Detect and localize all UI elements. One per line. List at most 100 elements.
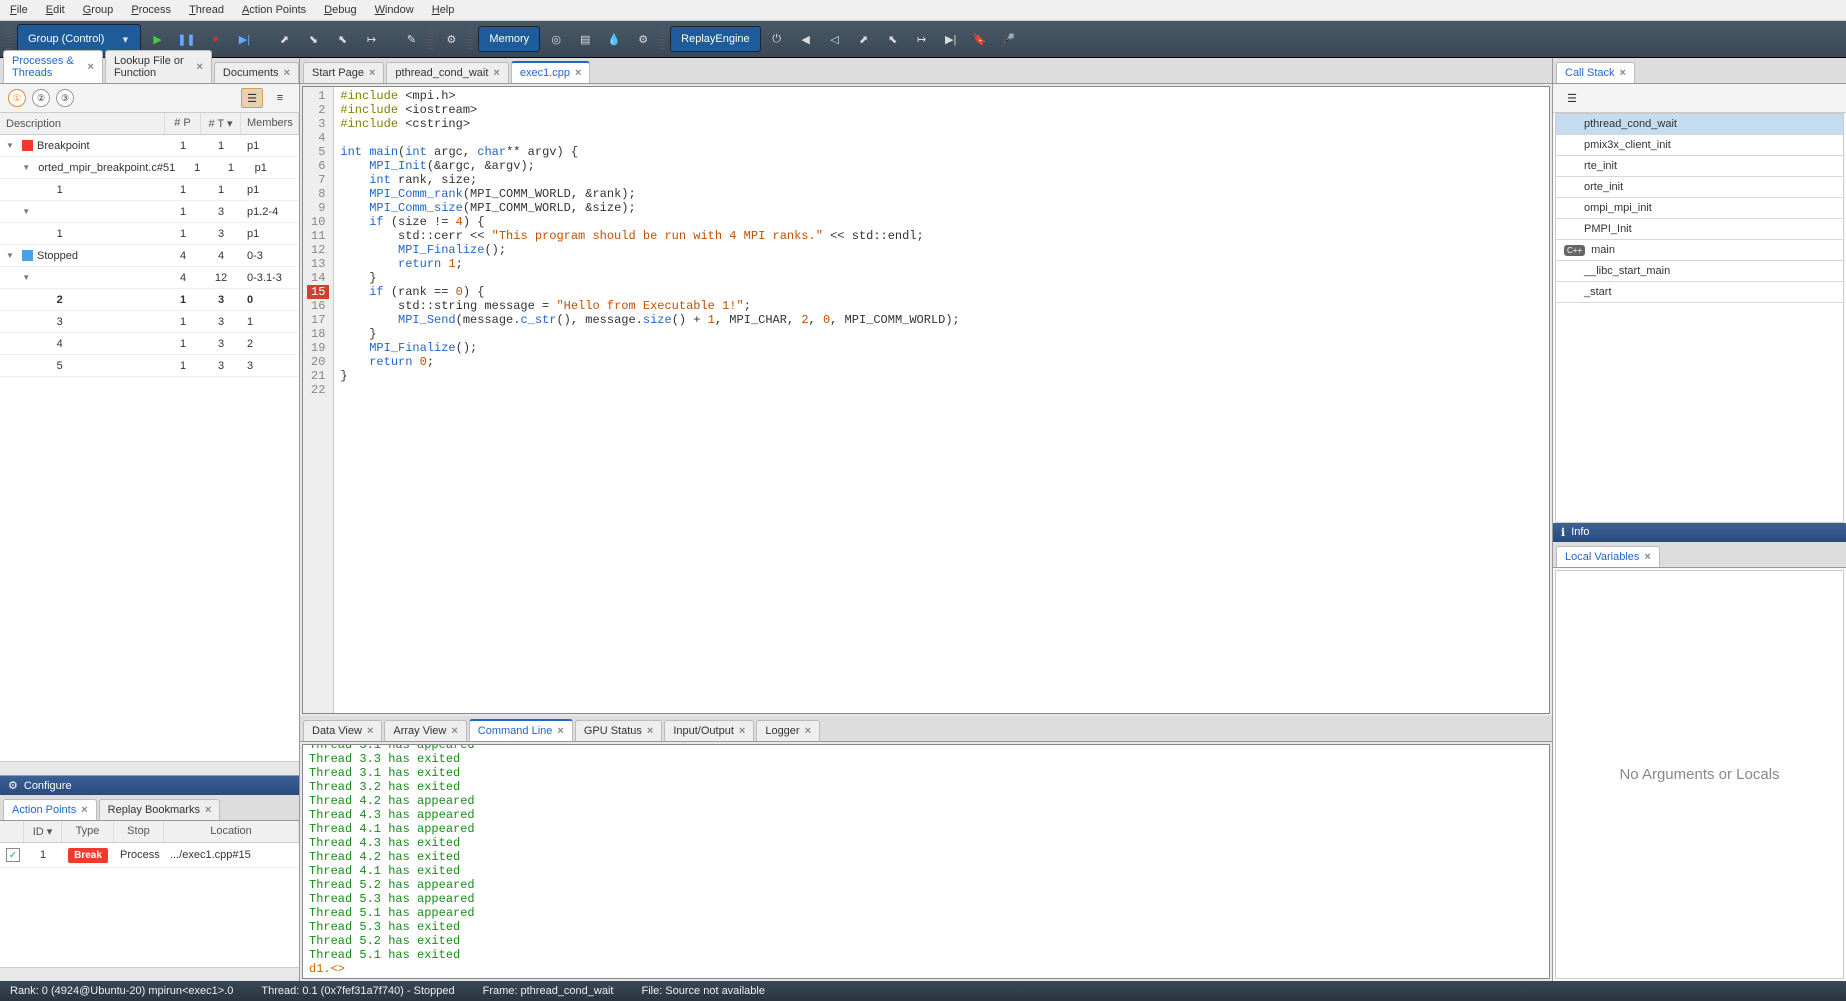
expand-icon[interactable]: ▼ — [6, 141, 18, 150]
menu-action-points[interactable]: Action Points — [242, 4, 306, 16]
menu-debug[interactable]: Debug — [324, 4, 356, 16]
memory-widget[interactable]: Memory — [478, 26, 540, 52]
step-into-icon[interactable]: ⬈ — [271, 27, 297, 51]
close-icon[interactable]: × — [205, 804, 211, 816]
sort-icon[interactable]: ▾ — [227, 118, 233, 130]
menu-edit[interactable]: Edit — [46, 4, 65, 16]
expand-icon[interactable]: ▼ — [22, 163, 34, 172]
power-icon[interactable]: ⏻ — [764, 27, 790, 51]
stack-frame[interactable]: xx_start — [1556, 282, 1843, 303]
close-icon[interactable]: × — [557, 725, 563, 737]
close-icon[interactable]: × — [81, 804, 87, 816]
close-icon[interactable]: × — [284, 67, 290, 79]
tab-array-view[interactable]: Array View× — [384, 720, 466, 741]
grip[interactable] — [427, 27, 433, 51]
rewind-icon[interactable]: ◀ — [793, 27, 819, 51]
tab-local-variables[interactable]: Local Variables× — [1556, 546, 1660, 567]
checkbox[interactable] — [6, 848, 20, 862]
pt-row[interactable]: 2130 — [0, 289, 299, 311]
grip[interactable] — [467, 27, 473, 51]
view-3-icon[interactable]: ③ — [56, 89, 74, 107]
pause-icon[interactable]: ❚❚ — [173, 27, 199, 51]
stack-frame[interactable]: xxPMPI_Init — [1556, 219, 1843, 240]
pt-row[interactable]: 5133 — [0, 355, 299, 377]
stack-frame[interactable]: xxompi_mpi_init — [1556, 198, 1843, 219]
expand-icon[interactable]: ▼ — [22, 273, 34, 282]
pt-row[interactable]: ▼ Stopped440-3 — [0, 245, 299, 267]
filter-icon[interactable]: ☰ — [1561, 88, 1583, 108]
play-icon[interactable]: ▶ — [144, 27, 170, 51]
tab-documents[interactable]: Documents× — [214, 62, 299, 83]
tab-exec1-cpp[interactable]: exec1.cpp× — [511, 61, 591, 83]
replay-out-icon[interactable]: ⬈ — [851, 27, 877, 51]
stack-frame[interactable]: xxpmix3x_client_init — [1556, 135, 1843, 156]
pt-row[interactable]: ▼13p1.2-4 — [0, 201, 299, 223]
tab-gpu-status[interactable]: GPU Status× — [575, 720, 663, 741]
tab-pthread-cond-wait[interactable]: pthread_cond_wait× — [386, 62, 508, 83]
configure-bar[interactable]: ⚙ Configure — [0, 775, 299, 795]
tab-logger[interactable]: Logger× — [756, 720, 820, 741]
close-icon[interactable]: × — [575, 67, 581, 79]
close-icon[interactable]: × — [1620, 67, 1626, 79]
view-1-icon[interactable]: ① — [8, 89, 26, 107]
stack-frame[interactable]: C++main — [1556, 240, 1843, 261]
tab-command-line[interactable]: Command Line× — [469, 719, 573, 741]
pt-row[interactable]: 4132 — [0, 333, 299, 355]
target-icon[interactable]: ◎ — [543, 27, 569, 51]
layers-icon[interactable]: ▤ — [572, 27, 598, 51]
code-editor[interactable]: 12345678910111213141516171819202122 #inc… — [302, 86, 1550, 714]
mic-icon[interactable]: 🎤 — [996, 27, 1022, 51]
settings-icon[interactable]: ⚙ — [438, 27, 464, 51]
view-2-icon[interactable]: ② — [32, 89, 50, 107]
group-dropdown-icon[interactable]: ▾ — [112, 27, 138, 51]
back-icon[interactable]: ◁ — [822, 27, 848, 51]
close-icon[interactable]: × — [369, 67, 375, 79]
expand-icon[interactable]: ▼ — [22, 207, 34, 216]
scrollbar[interactable] — [0, 761, 299, 775]
close-icon[interactable]: × — [1644, 551, 1650, 563]
sort-icon[interactable]: ▾ — [47, 826, 53, 838]
stack-frame[interactable]: xxrte_init — [1556, 156, 1843, 177]
scrollbar[interactable] — [0, 967, 299, 981]
close-icon[interactable]: × — [451, 725, 457, 737]
close-icon[interactable]: × — [647, 725, 653, 737]
menu-thread[interactable]: Thread — [189, 4, 224, 16]
menu-help[interactable]: Help — [432, 4, 455, 16]
close-icon[interactable]: × — [805, 725, 811, 737]
pt-row[interactable]: ▼ Breakpoint11p1 — [0, 135, 299, 157]
run-to-icon[interactable]: ↦ — [358, 27, 384, 51]
tab-processes-threads[interactable]: Processes & Threads× — [3, 50, 103, 83]
skip-end-icon[interactable]: ▶| — [938, 27, 964, 51]
replay-step-icon[interactable]: ↦ — [909, 27, 935, 51]
drop-icon[interactable]: 💧 — [601, 27, 627, 51]
tab-start-page[interactable]: Start Page× — [303, 62, 384, 83]
replay-in-icon[interactable]: ⬉ — [880, 27, 906, 51]
tab-input-output[interactable]: Input/Output× — [664, 720, 754, 741]
pt-row[interactable]: 111p1 — [0, 179, 299, 201]
tree-icon[interactable]: ≡ — [269, 88, 291, 108]
stack-frame[interactable]: xx__libc_start_main — [1556, 261, 1843, 282]
grip[interactable] — [659, 27, 665, 51]
menu-file[interactable]: File — [10, 4, 28, 16]
edit-icon[interactable]: ✎ — [398, 27, 424, 51]
gear2-icon[interactable]: ⚙ — [630, 27, 656, 51]
grip[interactable] — [6, 27, 12, 51]
tab-call-stack[interactable]: Call Stack× — [1556, 62, 1635, 83]
stack-frame[interactable]: xxpthread_cond_wait — [1556, 114, 1843, 135]
close-icon[interactable]: × — [88, 61, 94, 73]
menu-window[interactable]: Window — [375, 4, 414, 16]
pt-row[interactable]: ▼orted_mpir_breakpoint.c#5111p1 — [0, 157, 299, 179]
pt-row[interactable]: 3131 — [0, 311, 299, 333]
replay-engine-widget[interactable]: ReplayEngine — [670, 26, 761, 52]
expand-icon[interactable]: ▼ — [6, 251, 18, 260]
tab-data-view[interactable]: Data View× — [303, 720, 382, 741]
console-output[interactable]: Thread 2.2 has exitedThread 2.1 has exit… — [302, 744, 1550, 979]
tab-action-points[interactable]: Action Points× — [3, 799, 97, 820]
bookmark-icon[interactable]: 🔖 — [967, 27, 993, 51]
pt-row[interactable]: ▼4120-3.1-3 — [0, 267, 299, 289]
list-icon[interactable]: ☰ — [241, 88, 263, 108]
close-icon[interactable]: × — [196, 61, 202, 73]
step-over-icon[interactable]: ⬊ — [300, 27, 326, 51]
step-out-icon[interactable]: ⬉ — [329, 27, 355, 51]
record-icon[interactable]: ● — [202, 27, 228, 51]
